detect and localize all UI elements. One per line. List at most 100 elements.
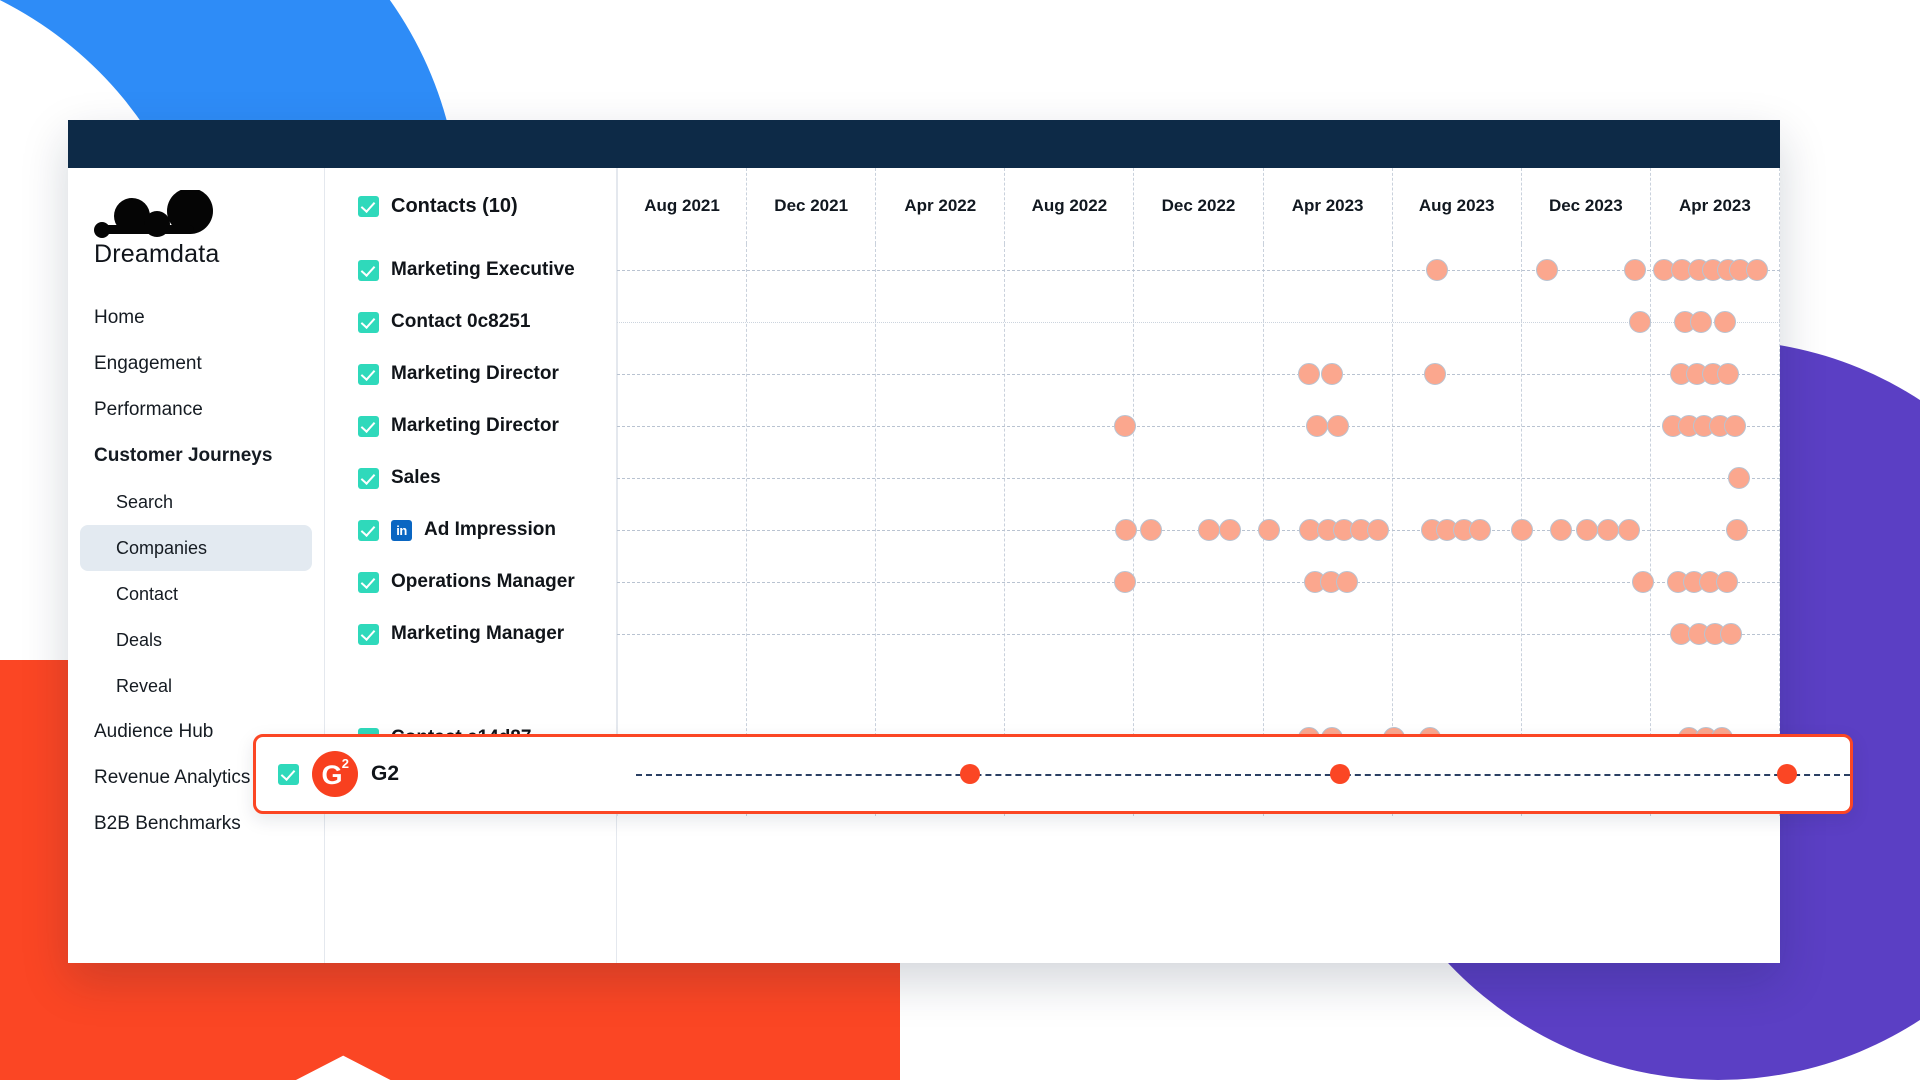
- axis-tick-2: Apr 2022: [876, 168, 1006, 244]
- data-point[interactable]: [1115, 519, 1138, 541]
- row-label[interactable]: Marketing Director: [325, 400, 616, 452]
- data-point[interactable]: [1629, 311, 1652, 333]
- row-checkbox[interactable]: [358, 467, 379, 489]
- row-checkbox[interactable]: [358, 623, 379, 645]
- sidebar-item-label: Deals: [116, 629, 163, 650]
- row-baseline: [617, 426, 1780, 427]
- data-point[interactable]: [1720, 623, 1743, 645]
- row-checkbox[interactable]: [358, 363, 379, 385]
- row-checkbox[interactable]: [358, 259, 379, 281]
- g2-logo-glyph: G: [321, 759, 343, 790]
- axis-tick-label: Aug 2022: [1031, 196, 1108, 215]
- plot-row: [617, 348, 1780, 400]
- plot-row: [617, 244, 1780, 296]
- axis-tick-label: Dec 2021: [774, 196, 849, 215]
- data-point[interactable]: [1321, 363, 1344, 385]
- sidebar-item-performance[interactable]: Performance: [68, 387, 324, 433]
- data-point[interactable]: [1306, 415, 1329, 437]
- row-checkbox[interactable]: [358, 415, 379, 437]
- g2-row-track: [636, 737, 1850, 811]
- sidebar-item-label: Engagement: [94, 353, 202, 374]
- g2-data-point[interactable]: [1330, 764, 1351, 784]
- data-point[interactable]: [1745, 259, 1768, 281]
- data-point[interactable]: [1596, 519, 1619, 541]
- data-point[interactable]: [1536, 259, 1559, 281]
- row-label-text: Contact 0c8251: [391, 311, 531, 332]
- sidebar-item-reveal[interactable]: Reveal: [68, 663, 324, 709]
- row-checkbox[interactable]: [358, 571, 379, 593]
- data-point[interactable]: [1714, 311, 1737, 333]
- highlighted-row-g2[interactable]: G 2 G2: [253, 734, 1853, 814]
- data-point[interactable]: [1366, 519, 1389, 541]
- row-baseline: [617, 322, 1780, 323]
- data-point[interactable]: [1617, 519, 1640, 541]
- window-titlebar: [68, 120, 1780, 168]
- data-point[interactable]: [1423, 363, 1446, 385]
- contacts-label-column: Contacts (10) Marketing Executive Contact…: [325, 168, 617, 963]
- data-point[interactable]: [1114, 571, 1137, 593]
- row-label[interactable]: in Ad Impression: [325, 504, 616, 556]
- timeline-plot-area: [617, 244, 1780, 816]
- row-label[interactable]: Marketing Executive: [325, 244, 616, 296]
- g2-logo-superscript: 2: [341, 756, 349, 771]
- data-point[interactable]: [1468, 519, 1491, 541]
- data-point[interactable]: [1631, 571, 1654, 593]
- data-point[interactable]: [1336, 571, 1359, 593]
- data-point[interactable]: [1139, 519, 1162, 541]
- plot-row: [617, 452, 1780, 504]
- data-point[interactable]: [1715, 571, 1738, 593]
- g2-data-point[interactable]: [1776, 764, 1797, 784]
- data-point[interactable]: [1197, 519, 1220, 541]
- data-point[interactable]: [1550, 519, 1573, 541]
- sidebar-item-label: Performance: [94, 399, 203, 420]
- sidebar-item-engagement[interactable]: Engagement: [68, 341, 324, 387]
- sidebar-item-contact[interactable]: Contact: [68, 571, 324, 617]
- axis-tick-label: Apr 2023: [1679, 196, 1751, 215]
- data-point[interactable]: [1297, 363, 1320, 385]
- data-point[interactable]: [1716, 363, 1739, 385]
- axis-tick-label: Apr 2023: [1291, 196, 1364, 215]
- row-label-text: Marketing Director: [391, 363, 559, 384]
- plot-row: [617, 296, 1780, 348]
- data-point[interactable]: [1510, 519, 1533, 541]
- row-label[interactable]: Operations Manager: [325, 556, 616, 608]
- sidebar: Dreamdata Home Engagement Performance Custo…: [68, 168, 325, 963]
- data-point[interactable]: [1728, 467, 1751, 489]
- sidebar-item-deals[interactable]: Deals: [68, 617, 324, 663]
- sidebar-item-search[interactable]: Search: [68, 479, 324, 525]
- data-point[interactable]: [1327, 415, 1350, 437]
- axis-tick-label: Dec 2023: [1548, 196, 1623, 215]
- data-point[interactable]: [1725, 519, 1748, 541]
- plot-row: [617, 504, 1780, 556]
- data-point[interactable]: [1425, 259, 1448, 281]
- sidebar-item-customer-journeys[interactable]: Customer Journeys: [68, 433, 324, 479]
- contacts-header-checkbox[interactable]: [358, 195, 379, 217]
- row-label[interactable]: Contact 0c8251: [325, 296, 616, 348]
- row-label-text: Sales: [391, 467, 441, 488]
- data-point[interactable]: [1218, 519, 1241, 541]
- sidebar-item-home[interactable]: Home: [68, 295, 324, 341]
- axis-tick-label: Dec 2022: [1161, 196, 1236, 215]
- data-point[interactable]: [1114, 415, 1137, 437]
- row-label[interactable]: Marketing Manager: [325, 608, 616, 660]
- sidebar-item-label: Customer Journeys: [94, 445, 273, 466]
- row-label-text: Operations Manager: [391, 571, 575, 592]
- data-point[interactable]: [1575, 519, 1598, 541]
- axis-tick-4: Dec 2022: [1134, 168, 1264, 244]
- data-point[interactable]: [1723, 415, 1746, 437]
- row-baseline: [617, 582, 1780, 583]
- data-point[interactable]: [1258, 519, 1281, 541]
- sidebar-item-companies[interactable]: Companies: [80, 525, 312, 571]
- row-checkbox[interactable]: [358, 519, 379, 541]
- row-checkbox[interactable]: [358, 311, 379, 333]
- data-point[interactable]: [1689, 311, 1712, 333]
- row-label[interactable]: Marketing Director: [325, 348, 616, 400]
- plot-row-placeholder: [617, 660, 1780, 712]
- g2-data-point[interactable]: [959, 764, 980, 784]
- plot-row: [617, 608, 1780, 660]
- contacts-header[interactable]: Contacts (10): [325, 168, 616, 244]
- row-label[interactable]: Sales: [325, 452, 616, 504]
- window-body: Dreamdata Home Engagement Performance Custo…: [68, 168, 1780, 963]
- g2-row-checkbox[interactable]: [278, 763, 299, 785]
- data-point[interactable]: [1623, 259, 1646, 281]
